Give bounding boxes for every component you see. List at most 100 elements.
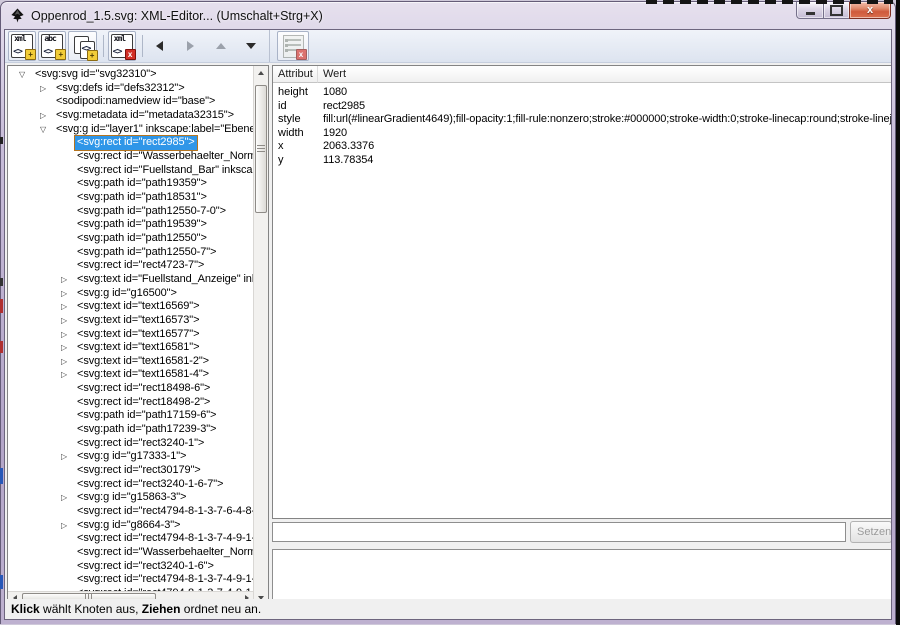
expand-icon[interactable]: ▷: [60, 368, 74, 382]
expand-icon[interactable]: ▷: [60, 355, 74, 369]
vscroll-thumb[interactable]: [255, 85, 267, 213]
attribute-row[interactable]: x2063.3376: [273, 140, 892, 154]
expand-icon[interactable]: ▷: [60, 341, 74, 355]
tree-node[interactable]: ▷<svg:defs id="defs32312">: [8, 82, 253, 96]
close-button[interactable]: x: [849, 2, 891, 19]
expand-icon[interactable]: ▷: [60, 287, 74, 301]
delete-node-button[interactable]: xml <> x: [108, 31, 136, 61]
tree-node-label: <svg:rect id="rect4794-8-1-3-7-4-9-1-4-7: [74, 532, 253, 546]
new-element-node-button[interactable]: xml <> +: [8, 31, 36, 61]
tree-node[interactable]: <svg:rect id="rect18498-6">: [8, 382, 253, 396]
tree-node[interactable]: <svg:path id="path19539">: [8, 218, 253, 232]
delete-attribute-button[interactable]: x: [277, 31, 309, 61]
tree-node[interactable]: <sodipodi:namedview id="base">: [8, 95, 253, 109]
expand-icon[interactable]: ▷: [39, 82, 53, 96]
tree-vscrollbar[interactable]: [253, 66, 268, 604]
attribute-header-value[interactable]: Wert: [318, 66, 892, 83]
tree-node[interactable]: <svg:rect id="Wasserbehaelter_Normal_F: [8, 150, 253, 164]
node-text-editor[interactable]: [272, 549, 892, 606]
tree-node[interactable]: ▷<svg:text id="text16577">: [8, 327, 253, 341]
tree-node[interactable]: <svg:path id="path17159-6">: [8, 409, 253, 423]
set-value-button[interactable]: Setzen: [850, 521, 892, 543]
xml-tree-panel: ▽<svg:svg id="svg32310">▷<svg:defs id="d…: [7, 65, 269, 605]
background-edge-fragment: [0, 575, 3, 589]
indent-node-button[interactable]: [177, 31, 203, 61]
tree-node[interactable]: <svg:path id="path18531">: [8, 191, 253, 205]
tree-node[interactable]: <svg:path id="path17239-3">: [8, 423, 253, 437]
tree-node[interactable]: ▽<svg:svg id="svg32310">: [8, 68, 253, 82]
tree-node-label: <svg:text id="text16581-4">: [74, 368, 212, 382]
window-content: xml <> + abc <> + <>: [4, 29, 892, 620]
attribute-row[interactable]: stylefill:url(#linearGradient4649);fill-…: [273, 113, 892, 127]
tree-node[interactable]: ▽<svg:g id="layer1" inkscape:label="Eben…: [8, 123, 253, 137]
scroll-up-button[interactable]: [254, 66, 268, 79]
expand-icon[interactable]: ▷: [60, 519, 74, 533]
tree-node-label: <svg:rect id="rect2985">: [74, 135, 198, 151]
tree-node[interactable]: <svg:rect id="rect3240-1">: [8, 437, 253, 451]
tree-node[interactable]: <svg:rect id="rect3240-1-6-7">: [8, 478, 253, 492]
delete-node-icon: xml <> x: [111, 34, 133, 58]
maximize-button[interactable]: [824, 2, 849, 19]
attribute-row[interactable]: width1920: [273, 127, 892, 141]
tree-node[interactable]: ▷<svg:g id="g16500">: [8, 287, 253, 301]
attribute-row[interactable]: idrect2985: [273, 100, 892, 114]
new-text-node-button[interactable]: abc <> +: [38, 31, 66, 61]
attribute-table: Attribut Wert height1080idrect2985stylef…: [272, 65, 892, 519]
tree-node-label: <svg:rect id="Wasserbehaelter_Normal_F: [74, 150, 253, 164]
tree-node[interactable]: <svg:rect id="rect18498-2">: [8, 396, 253, 410]
tree-node[interactable]: ▷<svg:text id="Fuellstand_Anzeige" inksc…: [8, 273, 253, 287]
tree-node-label: <sodipodi:namedview id="base">: [53, 95, 218, 109]
minimize-button[interactable]: [796, 2, 824, 19]
expand-icon[interactable]: ▷: [60, 273, 74, 287]
tree-node[interactable]: <svg:rect id="rect4794-8-1-3-7-4-9-1-4-7: [8, 573, 253, 587]
tree-node[interactable]: <svg:rect id="Wasserbehaelter_Normal_F: [8, 546, 253, 560]
tree-node[interactable]: <svg:rect id="rect4723-7">: [8, 259, 253, 273]
left-arrow-icon: [156, 41, 163, 51]
background-edge-fragment: [0, 278, 3, 286]
tree-node-label: <svg:g id="g16500">: [74, 287, 180, 301]
collapse-icon[interactable]: ▽: [18, 68, 32, 82]
attribute-value: 2063.3376: [318, 140, 892, 154]
tree-node[interactable]: ▷<svg:metadata id="metadata32315">: [8, 109, 253, 123]
tree-node[interactable]: ▷<svg:text id="text16581">: [8, 341, 253, 355]
tree-node-label: <svg:path id="path12550-7-0">: [74, 205, 229, 219]
expand-icon[interactable]: ▷: [60, 314, 74, 328]
tree-node[interactable]: ▷<svg:text id="text16581-2">: [8, 355, 253, 369]
tree-node[interactable]: <svg:rect id="rect4794-8-1-3-7-6-4-8-8-1: [8, 505, 253, 519]
tree-node[interactable]: <svg:rect id="rect30179">: [8, 464, 253, 478]
duplicate-node-button[interactable]: <> +: [68, 31, 96, 61]
expand-icon[interactable]: ▷: [60, 491, 74, 505]
tree-node[interactable]: <svg:path id="path12550-7">: [8, 246, 253, 260]
expand-icon[interactable]: ▷: [60, 300, 74, 314]
expand-icon[interactable]: ▷: [39, 109, 53, 123]
attribute-row[interactable]: y113.78354: [273, 154, 892, 168]
window-titlebar[interactable]: Oppenrod_1.5.svg: XML-Editor... (Umschal…: [1, 2, 895, 29]
move-node-down-button[interactable]: [238, 31, 264, 61]
tree-node[interactable]: ▷<svg:g id="g17333-1">: [8, 450, 253, 464]
background-edge-fragment: [0, 341, 3, 353]
tree-node-label: <svg:metadata id="metadata32315">: [53, 109, 237, 123]
vscroll-track[interactable]: [254, 79, 268, 591]
tree-node[interactable]: <svg:rect id="rect4794-8-1-3-7-4-9-1-4-7: [8, 532, 253, 546]
background-edge-fragment: [0, 468, 3, 484]
expand-icon[interactable]: ▷: [60, 328, 74, 342]
tree-node[interactable]: ▷<svg:g id="g15863-3">: [8, 491, 253, 505]
expand-icon[interactable]: ▷: [60, 450, 74, 464]
tree-node[interactable]: ▷<svg:g id="g8664-3">: [8, 519, 253, 533]
tree-node[interactable]: <svg:rect id="rect2985">: [8, 136, 253, 150]
tree-node[interactable]: ▷<svg:text id="text16569">: [8, 300, 253, 314]
attribute-header-name[interactable]: Attribut: [273, 66, 318, 83]
attribute-value-input[interactable]: [272, 522, 846, 542]
tree-node[interactable]: <svg:path id="path19359">: [8, 177, 253, 191]
move-node-up-button[interactable]: [208, 31, 234, 61]
tree-node[interactable]: <svg:rect id="rect3240-1-6">: [8, 560, 253, 574]
tree-node[interactable]: <svg:rect id="Fuellstand_Bar" inkscape:l…: [8, 164, 253, 178]
unindent-node-button[interactable]: [147, 31, 173, 61]
tree-node[interactable]: <svg:path id="path12550">: [8, 232, 253, 246]
tree-node[interactable]: ▷<svg:text id="text16581-4">: [8, 368, 253, 382]
collapse-icon[interactable]: ▽: [39, 123, 53, 137]
tree-node[interactable]: <svg:path id="path12550-7-0">: [8, 205, 253, 219]
tree-node-label: <svg:path id="path12550">: [74, 232, 210, 246]
attribute-row[interactable]: height1080: [273, 86, 892, 100]
tree-node[interactable]: ▷<svg:text id="text16573">: [8, 314, 253, 328]
